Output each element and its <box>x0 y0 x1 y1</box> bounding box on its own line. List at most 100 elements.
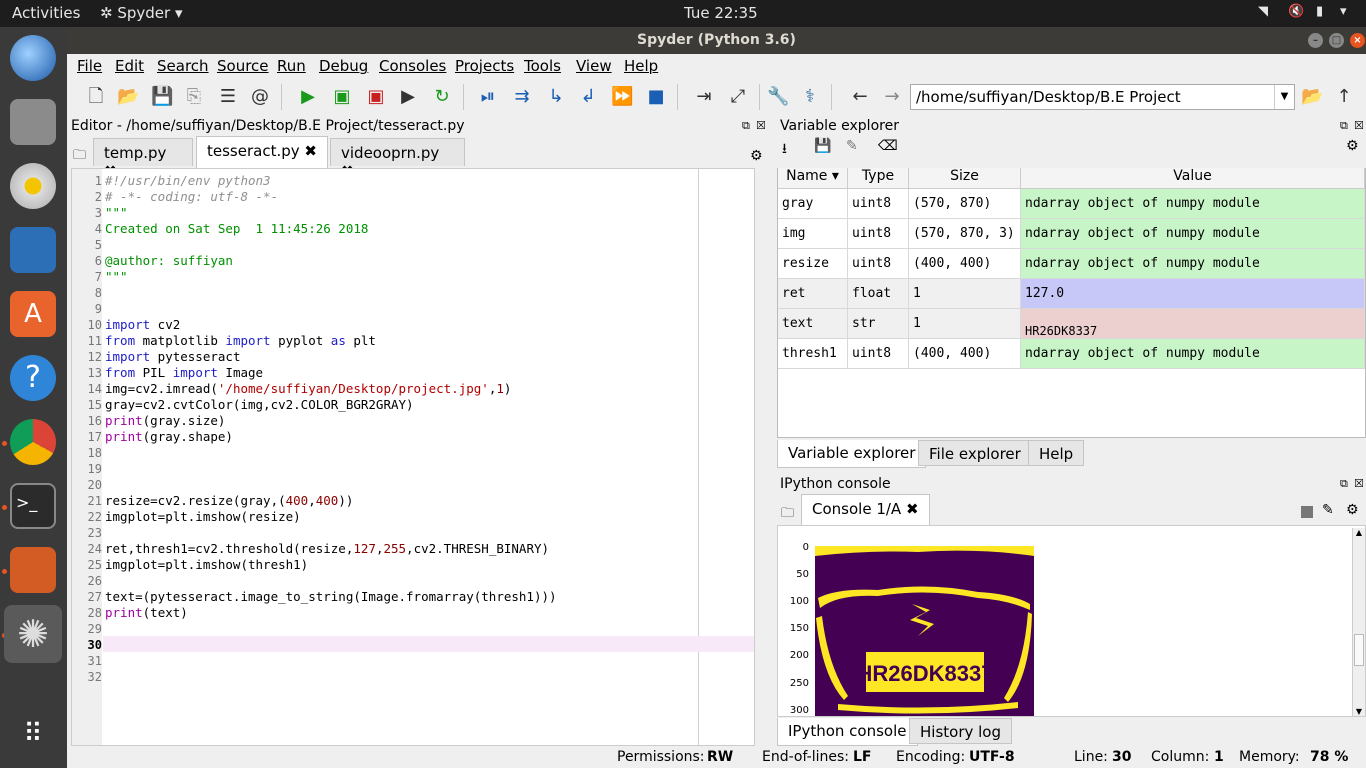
symbol-at-icon[interactable]: @ <box>249 86 271 108</box>
header-label: Name <box>786 168 828 184</box>
menu-tools[interactable]: Tools <box>524 57 561 75</box>
tab-variable-explorer[interactable]: Variable explorer <box>777 440 927 468</box>
scroll-up-icon[interactable]: ▲ <box>1353 528 1365 537</box>
step-into-icon[interactable]: ↳ <box>545 86 567 108</box>
column-header-name[interactable]: Name ▾ <box>778 168 848 189</box>
menu-source[interactable]: Source <box>217 57 269 75</box>
close-tab-icon[interactable]: ✖ <box>304 142 317 160</box>
app-menu[interactable]: ✲ Spyder ▾ <box>100 4 183 22</box>
clock[interactable]: Tue 22:35 <box>684 4 758 22</box>
activities-button[interactable]: Activities <box>12 4 80 22</box>
scroll-down-icon[interactable]: ▼ <box>1353 707 1365 716</box>
console-scrollbar[interactable]: ▲ ▼ <box>1352 528 1365 716</box>
thunderbird-icon[interactable] <box>10 35 56 81</box>
close-tab-icon[interactable]: ✖ <box>906 500 919 518</box>
volume-icon[interactable]: 🔇 <box>1288 4 1304 19</box>
browse-tabs-icon[interactable]: 🗀 <box>781 504 794 526</box>
minimize-icon[interactable]: – <box>1308 33 1323 48</box>
close-icon[interactable]: × <box>1350 33 1365 48</box>
impress-icon[interactable] <box>10 547 56 593</box>
save-icon[interactable]: 💾 <box>151 86 173 108</box>
save-data-icon[interactable]: 💾 <box>814 138 831 154</box>
wifi-icon[interactable]: ◥ <box>1258 4 1268 19</box>
close-pane-icon[interactable]: ☒ <box>1354 477 1364 490</box>
save-all-icon[interactable]: ⎘ <box>183 86 205 108</box>
forward-arrow-icon[interactable]: → <box>881 86 903 108</box>
run-cell-advance-icon[interactable]: ▣ <box>365 86 387 108</box>
software-center-icon[interactable]: A <box>10 291 56 337</box>
writer-icon[interactable] <box>10 227 56 273</box>
open-file-icon[interactable]: 📂 <box>117 86 139 108</box>
new-file-icon[interactable]: 🗋 <box>85 86 107 108</box>
menu-run[interactable]: Run <box>277 57 306 75</box>
tab-history-log[interactable]: History log <box>909 718 1012 744</box>
menu-file[interactable]: File <box>77 57 102 75</box>
tab-file-explorer[interactable]: File explorer <box>918 440 1032 466</box>
undock-icon[interactable]: ⧉ <box>742 119 750 133</box>
y-tick-label: 200 <box>790 650 809 661</box>
fullscreen-icon[interactable]: ⤢ <box>727 86 749 108</box>
menu-help[interactable]: Help <box>624 57 658 75</box>
menu-edit[interactable]: Edit <box>115 57 144 75</box>
rhythmbox-icon[interactable] <box>10 163 56 209</box>
tab-ipython-console[interactable]: IPython console <box>777 718 918 746</box>
y-tick-label: 100 <box>790 596 809 607</box>
undock-icon[interactable]: ⧉ <box>1340 477 1348 491</box>
step-icon[interactable]: ⇉ <box>511 86 533 108</box>
clear-console-icon[interactable]: ✎ <box>1322 502 1334 518</box>
menu-projects[interactable]: Projects <box>455 57 514 75</box>
step-return-icon[interactable]: ↲ <box>577 86 599 108</box>
stop-debug-icon[interactable]: ■ <box>645 86 667 108</box>
browse-tabs-icon[interactable]: 🗀 <box>73 146 86 168</box>
undock-icon[interactable]: ⧉ <box>1340 119 1348 133</box>
gear-icon[interactable]: ⚙ <box>1346 138 1359 154</box>
rerun-icon[interactable]: ↻ <box>431 86 453 108</box>
tab-console-1a[interactable]: Console 1/A ✖ <box>801 494 930 525</box>
menu-search[interactable]: Search <box>157 57 209 75</box>
continue-icon[interactable]: ⏩ <box>611 86 633 108</box>
battery-icon[interactable]: ▮ <box>1316 4 1323 19</box>
menu-consoles[interactable]: Consoles <box>379 57 446 75</box>
browse-folder-icon[interactable]: 📂 <box>1301 86 1323 108</box>
files-icon[interactable] <box>10 99 56 145</box>
code-token: matplotlib <box>135 333 226 348</box>
column-header-type[interactable]: Type <box>848 168 909 189</box>
terminal-icon[interactable]: >_ <box>10 483 56 529</box>
back-arrow-icon[interactable]: ← <box>849 86 871 108</box>
tab-help[interactable]: Help <box>1028 440 1085 466</box>
file-list-icon[interactable]: ☰ <box>217 86 239 108</box>
chrome-icon[interactable] <box>10 419 56 465</box>
tab-temp-py[interactable]: temp.py ✖ <box>93 138 193 180</box>
working-directory-input[interactable]: /home/suffiyan/Desktop/B.E Project ▼ <box>910 84 1295 110</box>
scrollbar-thumb[interactable] <box>1354 634 1364 666</box>
help-icon[interactable]: ? <box>10 355 56 401</box>
python-path-icon[interactable]: ⚕ <box>799 86 821 108</box>
parent-dir-icon[interactable]: ↑ <box>1333 86 1355 108</box>
tab-videooprn-py[interactable]: videooprn.py ✖ <box>330 138 465 180</box>
maximize-icon[interactable]: □ <box>1329 33 1344 48</box>
spyder-icon[interactable]: ✺ <box>4 605 62 663</box>
console-output[interactable]: ▲ ▼ HR26DK8337 0 50 100 150 200 250 300 <box>777 525 1366 717</box>
menu-view[interactable]: View <box>576 57 612 75</box>
column-header-size[interactable]: Size <box>909 168 1021 189</box>
system-menu-arrow-icon[interactable]: ▾ <box>1340 4 1347 19</box>
menu-debug[interactable]: Debug <box>319 57 368 75</box>
gear-icon[interactable]: ⚙ <box>1346 502 1359 518</box>
close-pane-icon[interactable]: ☒ <box>1354 119 1364 132</box>
save-data-as-icon[interactable]: ✎ <box>846 138 858 154</box>
close-pane-icon[interactable]: ☒ <box>756 119 766 132</box>
run-selection-icon[interactable]: ▶ <box>397 86 419 108</box>
stop-kernel-icon[interactable] <box>1301 506 1313 518</box>
debug-icon[interactable]: ⏯ <box>477 86 499 108</box>
tab-tesseract-py[interactable]: tesseract.py ✖ <box>196 136 328 168</box>
eraser-icon[interactable]: ⌫ <box>878 138 898 154</box>
show-apps-icon[interactable]: ⠿ <box>10 711 56 757</box>
gear-icon[interactable]: ⚙ <box>750 148 763 164</box>
maximize-pane-icon[interactable]: ⇥ <box>693 86 715 108</box>
chevron-down-icon[interactable]: ▼ <box>1274 85 1294 109</box>
import-data-icon[interactable]: ⭳ <box>782 138 787 162</box>
column-header-value[interactable]: Value <box>1021 168 1365 189</box>
run-icon[interactable]: ▶ <box>297 86 319 108</box>
preferences-wrench-icon[interactable]: 🔧 <box>767 86 789 108</box>
run-cell-icon[interactable]: ▣ <box>331 86 353 108</box>
